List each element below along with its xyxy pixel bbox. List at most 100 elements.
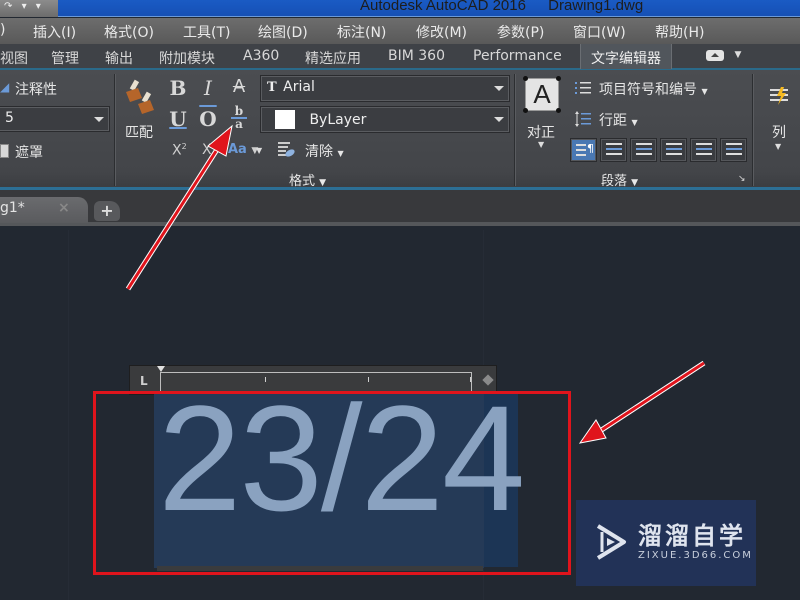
minimize-ribbon-icon[interactable]: ▼ (706, 47, 741, 63)
font-combo[interactable]: T Arial (260, 75, 510, 102)
clear-formatting-icon (276, 140, 296, 158)
tab-a360[interactable]: A360 (243, 48, 279, 64)
annotative-button[interactable]: 注释性 (15, 79, 57, 99)
bullets-numbering-button[interactable]: 项目符号和编号 ▼ (599, 79, 708, 99)
superscript-button[interactable]: X2 (172, 142, 187, 159)
menu-item-tools[interactable]: 工具(T) (183, 22, 230, 42)
window-title: Autodesk AutoCAD 2016 Drawing1.dwg (360, 0, 661, 14)
ribbon-tabs: 视图 管理 输出 附加模块 A360 精选应用 BIM 360 Performa… (0, 44, 800, 70)
redo-icon[interactable]: ↷ (4, 1, 12, 12)
menu-item-insert[interactable]: 插入(I) (33, 22, 76, 42)
overline-button[interactable]: O (197, 107, 219, 131)
menu-item-format[interactable]: 格式(O) (104, 22, 154, 42)
menu-item-window[interactable]: 窗口(W) (573, 22, 626, 42)
menu-item-parametric[interactable]: 参数(P) (497, 22, 544, 42)
chevron-down-icon (94, 117, 104, 122)
panel-divider (752, 74, 753, 186)
format-panel-footer[interactable]: 格式 ▼ (289, 170, 326, 189)
align-right-button[interactable] (660, 138, 687, 162)
match-properties-icon[interactable] (122, 78, 160, 118)
superscript-exp: 2 (181, 142, 187, 151)
tab-view[interactable]: 视图 (0, 48, 28, 68)
font-value: Arial (283, 79, 315, 95)
document-tabs: g1* × + (0, 190, 800, 226)
underline-button[interactable]: U (167, 107, 189, 131)
tab-output[interactable]: 输出 (105, 48, 133, 68)
distribute-button[interactable] (720, 138, 747, 162)
color-combo[interactable]: ByLayer (260, 106, 510, 133)
menu-item-dimension[interactable]: 标注(N) (337, 22, 386, 42)
paragraph-icon: ¶ (587, 142, 594, 155)
stack-top: b (234, 104, 244, 118)
line-spacing-label: 行距 (599, 113, 627, 129)
subscript-button[interactable]: X (202, 142, 212, 158)
file-name: Drawing1.dwg (548, 0, 644, 14)
chevron-down-icon (494, 117, 504, 122)
change-case-button[interactable]: Aa ▼ (228, 142, 258, 157)
dialog-launcher-icon[interactable]: ↘ (738, 174, 746, 184)
close-tab-icon[interactable]: × (58, 200, 70, 216)
text-height-combo[interactable]: 5 (0, 106, 110, 132)
new-tab-button[interactable]: + (94, 201, 120, 221)
bullets-icon (575, 80, 591, 94)
align-left-button[interactable]: ¶ (570, 138, 597, 162)
columns-button[interactable]: 列 (772, 122, 786, 142)
quick-access-toolbar: ↷ ▾ ▾ (0, 0, 58, 17)
highlight-box (93, 391, 571, 575)
strikethrough-button[interactable]: A (228, 76, 250, 97)
match-button[interactable]: 匹配 (125, 122, 153, 142)
justify-button[interactable] (690, 138, 717, 162)
tab-stop-selector-icon[interactable]: L (140, 374, 148, 388)
align-center-text-button[interactable] (630, 138, 657, 162)
qat-dropdown-icon[interactable]: ▾ (22, 1, 27, 12)
paragraph-panel-footer[interactable]: 段落 ▼ (601, 170, 638, 189)
justification-icon[interactable]: A (523, 76, 561, 113)
superscript-x: X (172, 142, 182, 159)
drawing-tab[interactable]: g1* × (0, 197, 88, 223)
color-swatch (275, 110, 295, 129)
align-center-button[interactable] (600, 138, 627, 162)
tab-text-editor[interactable]: 文字编辑器 (580, 44, 672, 69)
chevron-down-icon: ▼ (337, 149, 344, 158)
mask-icon (0, 144, 9, 158)
panel-divider (114, 74, 115, 186)
tab-addins[interactable]: 附加模块 (159, 48, 215, 68)
menu-item-draw[interactable]: 绘图(D) (258, 22, 308, 42)
chevron-down-icon: ▼ (538, 140, 545, 149)
stack-button[interactable]: b a (230, 104, 248, 131)
mask-button[interactable]: 遮罩 (15, 142, 43, 162)
truetype-icon: T (267, 80, 277, 95)
clear-button[interactable]: 清除 ▼ (305, 141, 344, 161)
columns-icon (769, 86, 789, 106)
annotative-icon: ◢ (0, 80, 10, 94)
tab-featured-apps[interactable]: 精选应用 (305, 48, 361, 68)
watermark-name: 溜溜自学 (638, 522, 746, 550)
tab-performance[interactable]: Performance (473, 48, 562, 64)
menu-item-partial[interactable]: ) (0, 22, 5, 38)
color-value: ByLayer (309, 111, 367, 128)
italic-button[interactable]: I (197, 76, 219, 100)
watermark-logo: 溜溜自学 ZIXUE.3D66.COM (576, 500, 756, 586)
grid-line (68, 230, 69, 600)
justification-button[interactable]: 对正 (527, 122, 555, 142)
menu-bar: ) 插入(I) 格式(O) 工具(T) 绘图(D) 标注(N) 修改(M) 参数… (0, 18, 800, 44)
tab-bim360[interactable]: BIM 360 (388, 48, 445, 64)
autocad-window: ↷ ▾ ▾ Autodesk AutoCAD 2016 Drawing1.dwg… (0, 0, 800, 600)
tab-manage[interactable]: 管理 (51, 48, 79, 68)
menu-item-help[interactable]: 帮助(H) (655, 22, 704, 42)
chevron-down-icon: ▼ (775, 142, 782, 151)
line-spacing-button[interactable]: 行距 ▼ (599, 110, 638, 130)
drawing-tab-label: g1* (0, 200, 25, 216)
qat-customize-icon[interactable]: ▾ (36, 1, 41, 12)
play-logo-icon (596, 524, 626, 560)
chevron-down-icon: ▼ (631, 118, 638, 127)
clear-label: 清除 (305, 144, 333, 160)
stack-bottom: a (235, 117, 243, 131)
text-height-value: 5 (5, 110, 14, 126)
menu-item-modify[interactable]: 修改(M) (416, 22, 467, 42)
line-spacing-icon (575, 111, 591, 127)
bold-button[interactable]: B (167, 76, 189, 100)
case-icon: Aa (228, 142, 247, 157)
chevron-down-icon (494, 86, 504, 91)
app-name: Autodesk AutoCAD 2016 (360, 0, 526, 14)
